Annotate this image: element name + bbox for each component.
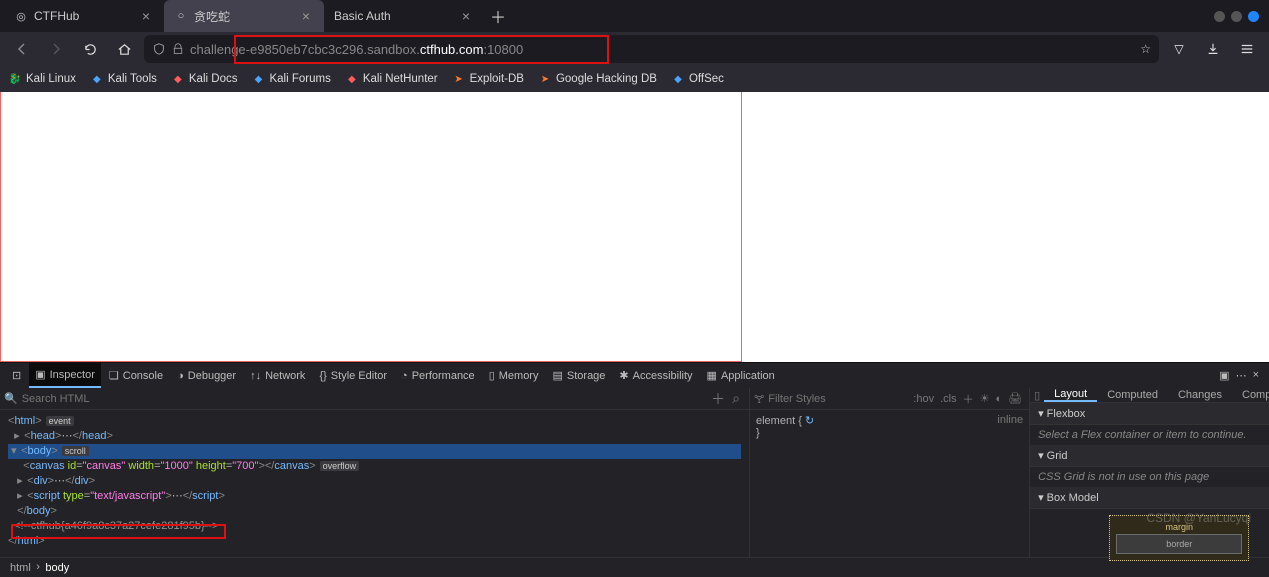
dragon-icon: 🐉 <box>8 72 22 86</box>
tool-storage[interactable]: ▤ Storage <box>546 363 611 388</box>
minimize-icon[interactable] <box>1214 11 1225 22</box>
grid-header[interactable]: ▾ Grid <box>1030 445 1269 467</box>
diamond-icon: ◆ <box>671 72 685 86</box>
favicon-icon: ○ <box>174 9 188 23</box>
hov-button[interactable]: :hov <box>910 393 937 405</box>
tool-network[interactable]: ↑↓ Network <box>244 363 311 388</box>
styles-panel: 🝖 :hov .cls ＋ ☀ ◐ 🖨 element { ↻inline } <box>750 388 1030 557</box>
diamond-icon: ◆ <box>171 72 185 86</box>
tab-strip: ◎ CTFHub × ○ 贪吃蛇 × Basic Auth × ＋ <box>0 0 1269 32</box>
tool-style-editor[interactable]: {} Style Editor <box>313 363 393 388</box>
tab-label: 贪吃蛇 <box>194 8 230 25</box>
bookmark-nethunter[interactable]: ◆Kali NetHunter <box>345 72 438 86</box>
tool-console[interactable]: ❏ Console <box>103 363 169 388</box>
reload-button[interactable] <box>76 35 104 63</box>
flexbox-header[interactable]: ▾ Flexbox <box>1030 403 1269 425</box>
tab-compatibility[interactable]: Compatibility <box>1232 388 1269 402</box>
downloads-button[interactable] <box>1199 35 1227 63</box>
nav-toolbar: challenge-e9850eb7cbc3c296.sandbox.ctfhu… <box>0 32 1269 66</box>
pocket-button[interactable]: ▽ <box>1165 35 1193 63</box>
tool-accessibility[interactable]: ✱ Accessibility <box>613 363 698 388</box>
home-button[interactable] <box>110 35 138 63</box>
more-icon[interactable]: ⋯ <box>1236 369 1247 382</box>
grid-hint: CSS Grid is not in use on this page <box>1030 467 1269 487</box>
arrow-icon: ➤ <box>452 72 466 86</box>
maximize-icon[interactable] <box>1231 11 1242 22</box>
html-panel: 🔍 ＋ ⌕ <html>event ▸<head>⋯</head> ▾<body… <box>0 388 750 557</box>
forward-button[interactable] <box>42 35 70 63</box>
diamond-icon: ◆ <box>90 72 104 86</box>
html-tree[interactable]: <html>event ▸<head>⋯</head> ▾<body>scrol… <box>0 410 749 557</box>
crumb-body[interactable]: body <box>41 562 73 574</box>
rules-view[interactable]: element { ↻inline } <box>750 410 1029 557</box>
tab-basicauth[interactable]: Basic Auth × <box>324 0 484 32</box>
boxmodel-header[interactable]: ▾ Box Model <box>1030 487 1269 509</box>
add-rule-button[interactable]: ＋ <box>960 391 977 407</box>
pick-element-button[interactable]: ⊡ <box>6 363 27 388</box>
bookmark-star-icon[interactable]: ☆ <box>1140 42 1151 56</box>
tab-label: Basic Auth <box>334 9 391 23</box>
tool-debugger[interactable]: ◑ Debugger <box>171 363 242 388</box>
menu-button[interactable] <box>1233 35 1261 63</box>
html-search[interactable]: 🔍 ＋ ⌕ <box>0 388 749 410</box>
styles-toolbar: 🝖 :hov .cls ＋ ☀ ◐ 🖨 <box>750 388 1029 410</box>
tool-memory[interactable]: ▯ Memory <box>483 363 545 388</box>
diamond-icon: ◆ <box>345 72 359 86</box>
print-icon[interactable]: 🖨 <box>1005 392 1025 405</box>
crumb-html[interactable]: html <box>6 562 35 574</box>
tab-computed[interactable]: Computed <box>1097 388 1168 402</box>
bookmark-offsec[interactable]: ◆OffSec <box>671 72 724 86</box>
new-tab-button[interactable]: ＋ <box>484 0 512 32</box>
cls-button[interactable]: .cls <box>937 393 960 405</box>
bookmark-ghdb[interactable]: ➤Google Hacking DB <box>538 72 657 86</box>
close-icon[interactable]: × <box>138 8 154 24</box>
close-icon[interactable]: × <box>458 8 474 24</box>
address-bar[interactable]: challenge-e9850eb7cbc3c296.sandbox.ctfhu… <box>144 35 1159 63</box>
search-input[interactable] <box>18 393 709 405</box>
toggle-panel-icon[interactable]: ▯ <box>1030 389 1044 402</box>
annotation-box <box>0 92 742 362</box>
bookmark-kali-linux[interactable]: 🐉Kali Linux <box>8 72 76 86</box>
annotation-box <box>11 524 226 539</box>
window-close-icon[interactable] <box>1248 11 1259 22</box>
close-devtools-icon[interactable]: × <box>1253 369 1259 382</box>
add-node-button[interactable]: ＋ <box>709 389 727 409</box>
tool-inspector[interactable]: ▣ Inspector <box>29 363 101 388</box>
watermark: CSDN @YanLucyqi <box>1146 511 1251 525</box>
tab-snake[interactable]: ○ 贪吃蛇 × <box>164 0 324 32</box>
light-icon[interactable]: ☀ <box>977 392 993 405</box>
layout-panel: ▯ Layout Computed Changes Compatibility … <box>1030 388 1269 557</box>
responsive-mode-icon[interactable]: ▣ <box>1219 369 1229 382</box>
arrow-icon: ➤ <box>538 72 552 86</box>
diamond-icon: ◆ <box>251 72 265 86</box>
back-button[interactable] <box>8 35 36 63</box>
flexbox-hint: Select a Flex container or item to conti… <box>1030 425 1269 445</box>
tab-changes[interactable]: Changes <box>1168 388 1232 402</box>
devtools-header: ⊡ ▣ Inspector ❏ Console ◑ Debugger ↑↓ Ne… <box>0 362 1269 388</box>
window-controls <box>1214 0 1269 32</box>
breadcrumb: html › body <box>0 557 1269 577</box>
bookmark-kali-docs[interactable]: ◆Kali Docs <box>171 72 238 86</box>
tab-label: CTFHub <box>34 9 79 23</box>
favicon-icon: ◎ <box>14 9 28 23</box>
styles-filter[interactable] <box>764 393 910 405</box>
bookmark-exploitdb[interactable]: ➤Exploit-DB <box>452 72 524 86</box>
bookmark-kali-tools[interactable]: ◆Kali Tools <box>90 72 157 86</box>
tab-layout[interactable]: Layout <box>1044 388 1097 402</box>
layout-tabs: ▯ Layout Computed Changes Compatibility … <box>1030 388 1269 403</box>
eyedropper-icon[interactable]: ⌕ <box>727 390 745 407</box>
tool-application[interactable]: ▦ Application <box>701 363 781 388</box>
tool-performance[interactable]: ◔ Performance <box>395 363 481 388</box>
dark-icon[interactable]: ◐ <box>992 393 1005 405</box>
devtools-body: 🔍 ＋ ⌕ <html>event ▸<head>⋯</head> ▾<body… <box>0 388 1269 557</box>
page-content <box>0 92 1269 362</box>
bookmarks-bar: 🐉Kali Linux ◆Kali Tools ◆Kali Docs ◆Kali… <box>0 66 1269 92</box>
tab-ctfhub[interactable]: ◎ CTFHub × <box>4 0 164 32</box>
bookmark-kali-forums[interactable]: ◆Kali Forums <box>251 72 330 86</box>
close-icon[interactable]: × <box>298 8 314 24</box>
